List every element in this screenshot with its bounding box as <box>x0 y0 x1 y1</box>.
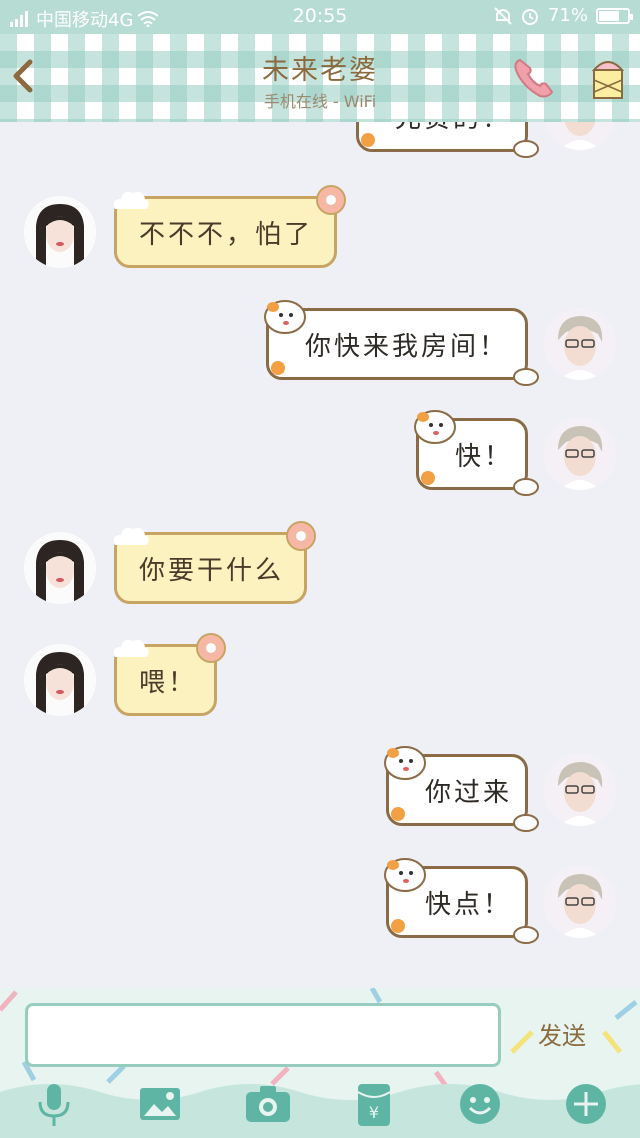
corner-dot-decoration <box>421 471 435 485</box>
corner-dot-decoration <box>391 919 405 933</box>
message-text: 喂！ <box>139 667 198 698</box>
message-text: 快点！ <box>425 889 513 920</box>
emoji-icon[interactable] <box>456 1082 504 1126</box>
plus-icon[interactable] <box>562 1082 610 1126</box>
paw-decoration-icon <box>513 368 539 386</box>
message-bubble-received[interactable]: 不不不，怕了 <box>113 185 346 268</box>
phone-icon[interactable] <box>510 54 558 102</box>
red-packet-icon[interactable]: ¥ <box>350 1082 398 1126</box>
avatar-me[interactable] <box>544 866 616 938</box>
corner-dot-decoration <box>271 361 285 375</box>
donut-decoration-icon <box>316 185 346 215</box>
avatar-me[interactable] <box>544 754 616 826</box>
message-bubble-sent[interactable]: 快点！ <box>384 858 539 944</box>
input-bar: 发送 ¥ <box>0 988 640 1138</box>
send-button[interactable]: 发送 <box>518 1016 606 1056</box>
message-text: 快！ <box>455 441 514 472</box>
message-text: 不不不，怕了 <box>139 219 314 250</box>
ice-cream-icon[interactable] <box>588 50 628 106</box>
hamster-decoration-icon <box>384 858 426 892</box>
donut-decoration-icon <box>286 521 316 551</box>
avatar-me[interactable] <box>544 418 616 490</box>
message-bubble-received[interactable]: 喂！ <box>113 633 226 716</box>
mic-icon[interactable] <box>30 1082 78 1126</box>
message-text: 你过来 <box>425 777 513 808</box>
svg-text:¥: ¥ <box>369 1103 379 1122</box>
message-text: 你要干什么 <box>139 555 285 586</box>
avatar-me[interactable] <box>544 122 616 150</box>
hamster-decoration-icon <box>384 746 426 780</box>
avatar-me[interactable] <box>544 308 616 380</box>
avatar-her[interactable] <box>24 196 96 268</box>
battery-icon <box>596 7 633 24</box>
mute-icon <box>494 6 512 25</box>
corner-dot-decoration <box>391 807 405 821</box>
camera-icon[interactable] <box>244 1082 292 1126</box>
message-bubble-sent[interactable]: 你快来我房间！ <box>264 300 539 386</box>
status-right: 71% <box>494 5 633 26</box>
hamster-decoration-icon <box>264 300 306 334</box>
paw-decoration-icon <box>513 814 539 832</box>
paw-decoration-icon <box>513 926 539 944</box>
hamster-decoration-icon <box>414 410 456 444</box>
corner-dot-decoration <box>361 133 375 147</box>
message-input[interactable] <box>28 1006 498 1064</box>
battery-percent: 71% <box>547 5 588 26</box>
cloud-decoration-icon <box>113 639 149 657</box>
avatar-her[interactable] <box>24 644 96 716</box>
message-bubble-sent[interactable]: 你过来 <box>384 746 539 832</box>
message-list[interactable]: 兄贵的！ 不不不，怕了 <box>0 122 640 988</box>
message-bubble-received[interactable]: 你要干什么 <box>113 521 316 604</box>
alarm-icon <box>521 8 538 25</box>
avatar-her[interactable] <box>24 532 96 604</box>
message-bubble-sent[interactable]: 快！ <box>414 410 539 496</box>
paw-decoration-icon <box>513 140 539 158</box>
message-text: 兄贵的！ <box>395 122 511 135</box>
paw-decoration-icon <box>513 478 539 496</box>
message-text: 你快来我房间！ <box>305 331 509 362</box>
message-bubble-sent[interactable]: 兄贵的！ <box>356 122 539 158</box>
wave-decoration <box>0 1084 640 1138</box>
image-icon[interactable] <box>136 1082 184 1126</box>
donut-decoration-icon <box>196 633 226 663</box>
status-bar: 中国移动4G 20:55 71% <box>0 0 640 34</box>
cloud-decoration-icon <box>113 527 149 545</box>
message-input-box[interactable] <box>25 1003 501 1067</box>
cloud-decoration-icon <box>113 191 149 209</box>
chat-header: 未来老婆 手机在线 - WiFi <box>0 34 640 122</box>
